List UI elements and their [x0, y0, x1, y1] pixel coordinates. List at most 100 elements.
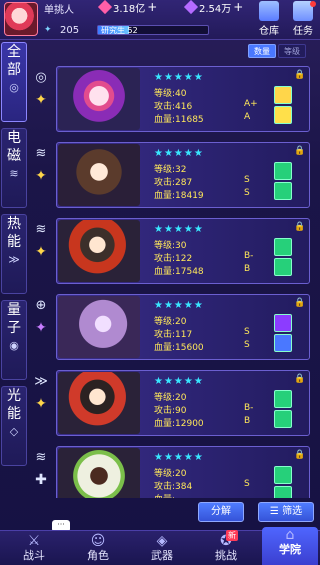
rarity-stars: ★★★★★: [154, 376, 204, 387]
hp-grade: B: [244, 416, 251, 426]
class-icon: ✦: [35, 396, 47, 412]
character-attack: 攻击:122: [154, 254, 193, 264]
research-progress-bar: 研究生 52: [97, 25, 209, 35]
new-tag: 新: [226, 530, 238, 541]
character-portrait[interactable]: [58, 144, 140, 206]
nav-role-label: 角色: [87, 549, 109, 562]
character-portrait[interactable]: [58, 372, 140, 434]
skill-icon[interactable]: [274, 106, 292, 124]
class-icon: ✦: [35, 244, 47, 260]
sort-by-level-button[interactable]: 等级: [278, 44, 306, 58]
filter-tab-all[interactable]: 全 部 ◎: [1, 42, 27, 122]
lock-icon[interactable]: 🔒: [294, 70, 305, 80]
attack-grade: S: [244, 327, 250, 337]
hp-grade: B: [244, 264, 251, 274]
decompose-button[interactable]: 分解: [198, 502, 244, 522]
skill-icon[interactable]: [274, 182, 292, 200]
currency-crystal: 2.54万 +: [183, 0, 243, 15]
skill-icon[interactable]: [274, 390, 292, 408]
character-level: 等级:20: [154, 317, 187, 327]
filter-tab-thermal-char2: 能: [7, 234, 21, 250]
skill-icon[interactable]: [274, 334, 292, 352]
filter-tab-thermal[interactable]: 热 能 ≫: [1, 214, 27, 294]
character-card[interactable]: ≫ ✦ ★★★★★ 等级:20 攻击:90 血量:12900 B- B 🔒: [30, 366, 310, 438]
character-portrait[interactable]: [58, 296, 140, 358]
warehouse-button[interactable]: 仓库: [254, 1, 284, 39]
player-avatar[interactable]: [4, 2, 38, 36]
skill-icon[interactable]: [274, 314, 292, 332]
skill-icon[interactable]: [274, 86, 292, 104]
filter-tab-light[interactable]: 光 能 ◇: [1, 386, 27, 466]
rarity-stars: ★★★★★: [154, 452, 204, 463]
hp-grade: S: [244, 188, 250, 198]
filter-tab-electromagnetic[interactable]: 电 磁 ≋: [1, 128, 27, 208]
bottom-nav: ⚔ 战斗 ☺ 角色 ◈ 武器 ✪ 挑战 ⌂ 学院: [0, 527, 320, 565]
nav-challenge-label: 挑战: [215, 549, 237, 562]
task-button[interactable]: 任务: [288, 1, 318, 39]
filter-tab-light-char2: 能: [7, 406, 21, 422]
task-label: 任务: [293, 26, 313, 37]
character-hp: 血量:12900: [154, 419, 204, 429]
character-level: 等级:30: [154, 241, 187, 251]
lock-icon[interactable]: 🔒: [294, 222, 305, 232]
attack-grade: S: [244, 175, 250, 185]
nav-academy[interactable]: ⌂ 学院: [262, 527, 318, 565]
add-crystal-button[interactable]: +: [233, 0, 243, 14]
element-icon: ≋: [35, 222, 47, 237]
currency-diamond-value: 3.18亿: [113, 3, 146, 15]
rarity-stars: ★★★★★: [154, 148, 204, 159]
rarity-stars: ★★★★★: [154, 300, 204, 311]
filter-tab-quantum-char2: 子: [7, 320, 21, 336]
nav-battle[interactable]: ⚔ 战斗: [6, 533, 62, 565]
character-list[interactable]: ◎ ✦ ★★★★★ 等级:40 攻击:416 血量:11685 A+ A 🔒 ≋…: [30, 62, 310, 498]
character-attack: 攻击:90: [154, 406, 187, 416]
character-level: 等级:20: [154, 393, 187, 403]
lock-icon[interactable]: 🔒: [294, 450, 305, 460]
sort-by-count-button[interactable]: 数量: [248, 44, 276, 58]
research-label: 研究生: [101, 26, 125, 35]
character-card[interactable]: ≋ ✦ ★★★★★ 等级:32 攻击:287 血量:18419 S S 🔒: [30, 138, 310, 210]
lock-icon[interactable]: 🔒: [294, 374, 305, 384]
nav-role[interactable]: ☺ 角色: [70, 533, 126, 565]
light-icon: ◇: [9, 425, 19, 438]
element-icon: ≫: [34, 374, 48, 389]
currency-crystal-value: 2.54万: [199, 3, 232, 15]
character-hp: 血量:11685: [154, 115, 204, 125]
character-attack: 攻击:117: [154, 330, 193, 340]
quantum-icon: ◉: [9, 339, 19, 352]
element-icon: ≋: [35, 450, 47, 465]
skill-icon[interactable]: [274, 410, 292, 428]
character-card[interactable]: ≋ ✚ ★★★★★ 等级:20 攻击:384 血量: S 🔒: [30, 442, 310, 498]
filter-tab-quantum[interactable]: 量 子 ◉: [1, 300, 27, 380]
filter-button[interactable]: ☰ 筛选: [258, 502, 314, 522]
nav-academy-label: 学院: [279, 543, 301, 556]
character-portrait[interactable]: [58, 448, 140, 498]
character-hp: 血量:15600: [154, 343, 204, 353]
skill-icon[interactable]: [274, 162, 292, 180]
skill-icon[interactable]: [274, 466, 292, 484]
wifi-icon: ≋: [9, 167, 19, 180]
lock-icon[interactable]: 🔒: [294, 146, 305, 156]
character-portrait[interactable]: [58, 68, 140, 130]
filter-tab-thermal-char1: 热: [7, 216, 21, 232]
lock-icon[interactable]: 🔒: [294, 298, 305, 308]
character-level: 等级:32: [154, 165, 187, 175]
add-diamond-button[interactable]: +: [147, 0, 157, 14]
battle-icon: ⚔: [27, 533, 41, 549]
skill-icon[interactable]: [274, 258, 292, 276]
character-card[interactable]: ≋ ✦ ★★★★★ 等级:30 攻击:122 血量:17548 B- B 🔒: [30, 214, 310, 286]
skill-icon[interactable]: [274, 238, 292, 256]
filter-icon: ☰: [269, 506, 283, 517]
filter-tab-all-char2: 部: [7, 62, 21, 78]
character-card[interactable]: ⊕ ✦ ★★★★★ 等级:20 攻击:117 血量:15600 S S 🔒: [30, 290, 310, 362]
sort-toggle: 数量 等级: [248, 44, 306, 58]
character-level: 等级:40: [154, 89, 187, 99]
character-card[interactable]: ◎ ✦ ★★★★★ 等级:40 攻击:416 血量:11685 A+ A 🔒: [30, 62, 310, 134]
nav-weapon[interactable]: ◈ 武器: [134, 533, 190, 565]
skill-icon[interactable]: [274, 486, 292, 498]
weapon-icon: ◈: [156, 533, 168, 549]
warehouse-label: 仓库: [259, 26, 279, 37]
filter-tab-all-char1: 全: [7, 44, 21, 60]
character-portrait[interactable]: [58, 220, 140, 282]
element-filter-sidebar: 全 部 ◎ 电 磁 ≋ 热 能 ≫ 量 子 ◉ 光 能 ◇: [0, 42, 28, 512]
